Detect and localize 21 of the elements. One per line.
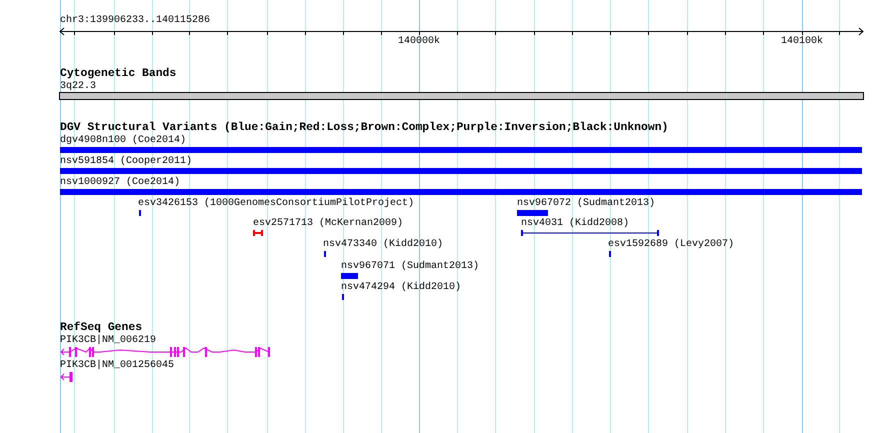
track-title: RefSeq Genes <box>60 322 142 334</box>
variant-label: nsv474294 (Kidd2010) <box>341 282 462 293</box>
variant-label: nsv4031 (Kidd2008) <box>521 218 630 229</box>
tick-label: 140000k <box>398 36 440 47</box>
track-title: Cytogenetic Bands <box>60 68 176 80</box>
variant-label: nsv1000927 (Coe2014) <box>60 177 180 188</box>
track-title: DGV Structural Variants (Blue:Gain;Red:Loss;Brown:Complex;Purple:Inversion;Black:Unknown) <box>60 122 668 134</box>
variant-label: nsv967071 (Sudmant2013) <box>341 261 480 272</box>
gene-label: PIK3CB|NM_001256045 <box>60 360 174 371</box>
variant-label: esv2571713 (McKernan2009) <box>253 218 404 229</box>
variant-label: esv3426153 (1000GenomesConsortiumPilotProject) <box>138 198 414 209</box>
variant-label: esv1592689 (Levy2007) <box>608 239 734 250</box>
region-label: chr3:139906233..140115286 <box>60 15 210 26</box>
gene-label: PIK3CB|NM_006219 <box>60 335 156 346</box>
gene-model-drawing <box>60 372 73 382</box>
variant-label: nsv591854 (Cooper2011) <box>60 156 192 167</box>
tick-label: 140100k <box>781 36 824 47</box>
variant-label: dgv4908n100 (Coe2014) <box>60 135 186 146</box>
variant-label: nsv967072 (Sudmant2013) <box>517 198 656 209</box>
band-label: 3q22.3 <box>60 81 96 92</box>
variant-label: nsv473340 (Kidd2010) <box>323 239 444 250</box>
